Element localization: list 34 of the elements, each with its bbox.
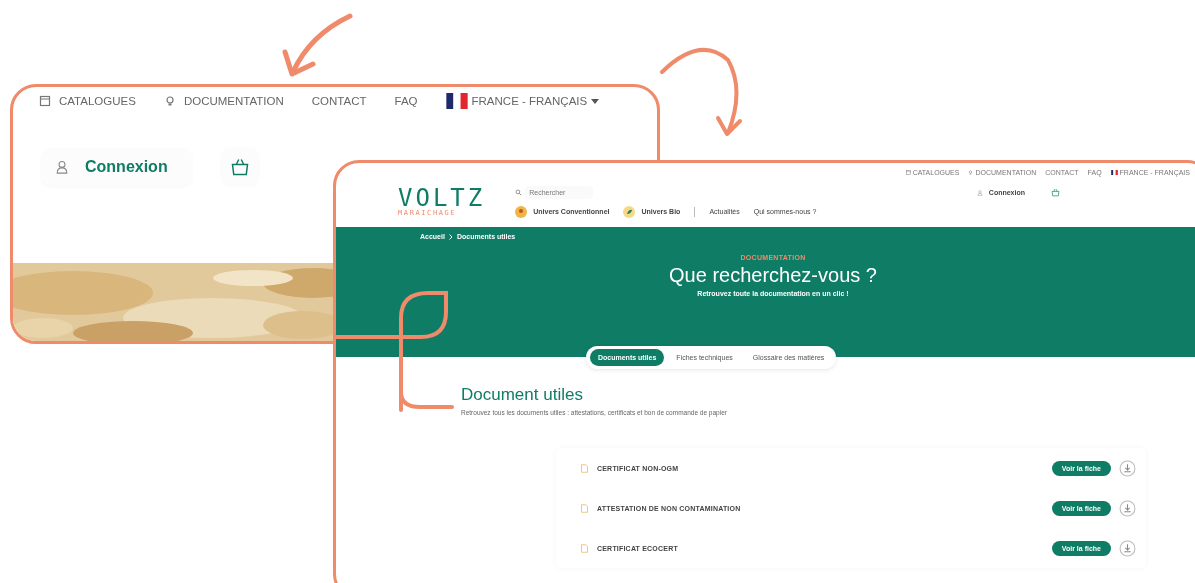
lightbulb-icon xyxy=(163,95,176,107)
download-icon[interactable] xyxy=(1119,499,1136,517)
caret-icon xyxy=(591,98,600,104)
catalog-icon xyxy=(39,95,51,107)
login-button[interactable]: Connexion xyxy=(41,148,192,186)
document-icon xyxy=(580,543,589,553)
nav-link[interactable]: FAQ xyxy=(394,95,418,107)
flag-icon xyxy=(445,93,468,109)
basket-icon xyxy=(1051,188,1060,198)
search-icon xyxy=(515,189,523,197)
document-icon xyxy=(580,463,589,473)
nav-link[interactable]: DOCUMENTATION xyxy=(163,95,284,107)
download-icon[interactable] xyxy=(1119,539,1136,557)
lightbulb-icon xyxy=(968,169,974,175)
arrow-icon xyxy=(282,13,353,77)
sun-badge-icon xyxy=(515,205,528,218)
language-selector[interactable]: FRANCE - FRANÇAIS xyxy=(445,93,600,109)
chevron-icon xyxy=(448,233,453,240)
user-icon xyxy=(976,189,983,196)
cart-button[interactable] xyxy=(219,147,260,187)
arrow-icon xyxy=(660,47,742,136)
basket-icon xyxy=(229,157,250,177)
nav-link[interactable]: CONTACT xyxy=(311,95,367,107)
user-icon xyxy=(55,160,69,174)
catalog-icon xyxy=(905,169,911,175)
logo-name: VOLTZ xyxy=(398,187,486,209)
hero-title: Que recherchez-vous ? xyxy=(669,264,877,287)
flag-icon xyxy=(1110,169,1118,175)
nav-link[interactable]: CATALOGUES xyxy=(39,95,136,107)
leaf-badge-icon xyxy=(623,205,636,218)
section-title: Document utiles xyxy=(461,385,584,405)
cart-button[interactable] xyxy=(1051,188,1060,198)
document-icon xyxy=(580,503,589,513)
download-icon[interactable] xyxy=(1119,459,1136,477)
